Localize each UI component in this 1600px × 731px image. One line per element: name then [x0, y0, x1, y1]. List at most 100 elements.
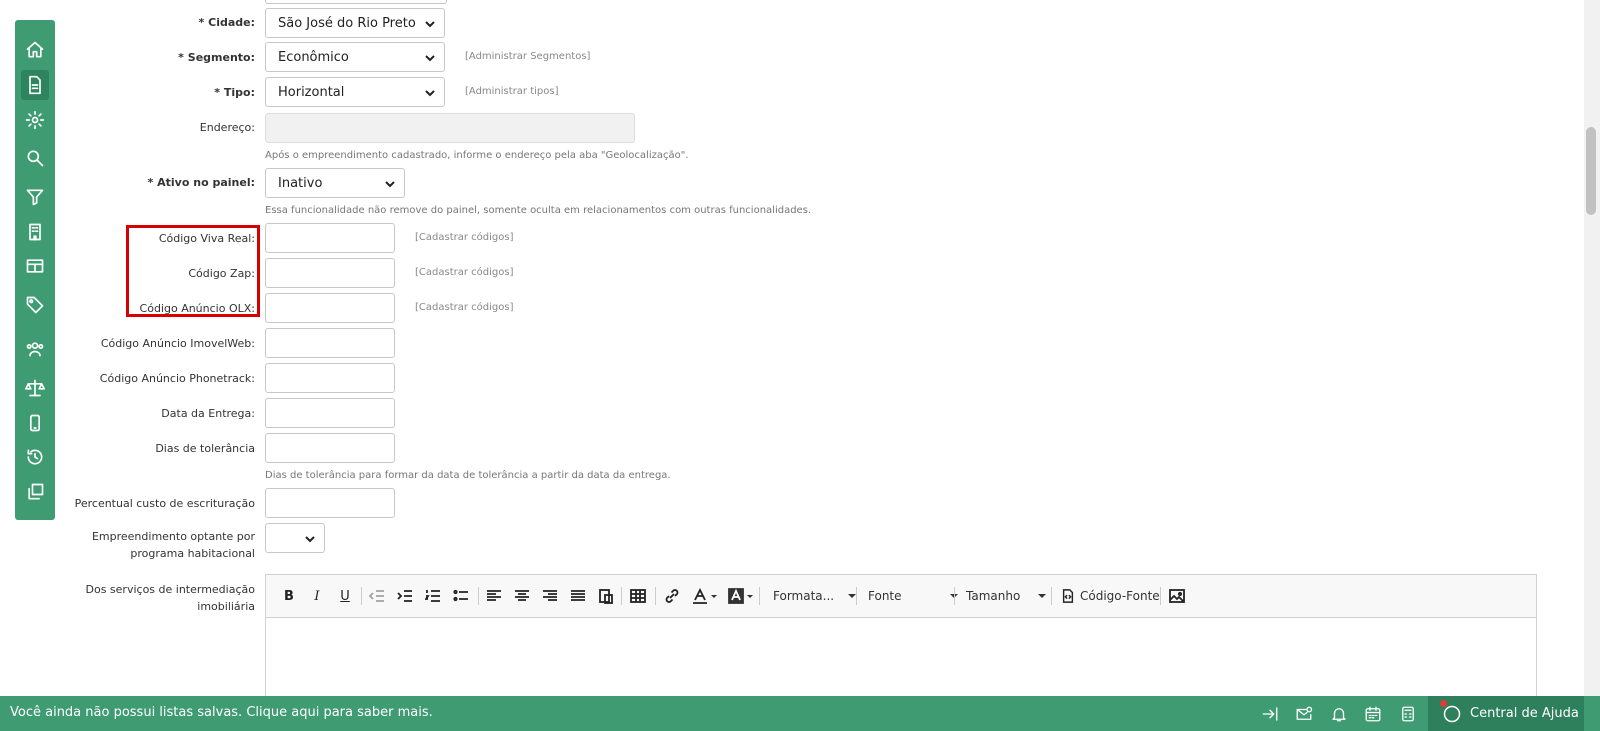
- toolbar-separator: [954, 587, 955, 605]
- align-right-button[interactable]: [540, 586, 560, 606]
- outdent-button[interactable]: [367, 586, 387, 606]
- tolerancia-hint: Dias de tolerância para formar da data d…: [265, 470, 671, 481]
- italic-button[interactable]: I: [308, 586, 326, 606]
- sidebar-item-legal[interactable]: [15, 373, 55, 403]
- history-icon: [27, 449, 43, 465]
- gear-icon: [25, 110, 45, 130]
- bullet-list-button[interactable]: [451, 586, 471, 606]
- building-icon: [29, 223, 41, 241]
- help-center-button[interactable]: Central de Ajuda: [1428, 696, 1584, 731]
- toolbar-separator: [1051, 587, 1052, 605]
- sidebar-item-users[interactable]: [15, 334, 55, 364]
- font-dropdown[interactable]: Fonte: [868, 586, 958, 606]
- mail-settings-button[interactable]: [1293, 703, 1315, 725]
- segmento-label: * Segmento:: [178, 51, 255, 64]
- habitacional-select[interactable]: [265, 523, 325, 553]
- ativo-hint: Essa funcionalidade não remove do painel…: [265, 205, 812, 216]
- toolbar-separator: [759, 587, 760, 605]
- olx-input[interactable]: [265, 293, 395, 323]
- align-left-button[interactable]: [484, 586, 504, 606]
- font-label: Fonte: [868, 589, 902, 603]
- ativo-select[interactable]: Inativo: [265, 168, 405, 198]
- sidebar-item-filter[interactable]: [15, 182, 55, 212]
- calendar-icon: [1365, 706, 1381, 722]
- mail-gear-icon: [1296, 706, 1313, 720]
- search-icon: [27, 150, 44, 167]
- toolbar-separator: [856, 587, 857, 605]
- underline-button[interactable]: U: [336, 586, 354, 606]
- sidebar-item-settings[interactable]: [15, 105, 55, 135]
- caret-down-icon: [746, 594, 753, 598]
- collapse-panel-button[interactable]: [1259, 703, 1281, 725]
- tolerancia-label: Dias de tolerância: [155, 442, 255, 455]
- endereco-input: [265, 113, 635, 143]
- users-icon: [26, 342, 44, 357]
- source-code-button[interactable]: Código-Fonte: [1061, 586, 1160, 606]
- cadastrar-codigos-zap-link[interactable]: [Cadastrar códigos]: [415, 267, 513, 278]
- align-justify-button[interactable]: [568, 586, 588, 606]
- escrituracao-input[interactable]: [265, 488, 395, 518]
- link-icon: [665, 589, 679, 603]
- viva-real-input[interactable]: [265, 223, 395, 253]
- notifications-button[interactable]: [1328, 703, 1350, 725]
- segmento-value: Econômico: [278, 49, 349, 65]
- bold-button[interactable]: B: [280, 586, 298, 606]
- table-button[interactable]: [627, 586, 649, 606]
- table-icon: [26, 259, 44, 273]
- calculator-icon: [1402, 706, 1414, 722]
- format-dropdown[interactable]: Formata...: [773, 586, 857, 606]
- cidade-value: São José do Rio Preto: [278, 15, 416, 31]
- bell-icon: [1332, 708, 1346, 722]
- align-center-button[interactable]: [512, 586, 532, 606]
- mobile-icon: [30, 414, 40, 432]
- indent-icon: [397, 590, 412, 602]
- arrow-to-right-icon: [1262, 707, 1278, 721]
- sidebar-item-table[interactable]: [15, 251, 55, 281]
- copy-icon: [28, 483, 44, 500]
- numbered-list-button[interactable]: [423, 586, 443, 606]
- zap-input[interactable]: [265, 258, 395, 288]
- numbered-list-icon: [425, 590, 440, 602]
- scrollbar-thumb[interactable]: [1586, 127, 1596, 215]
- habitacional-label: Empreendimento optante por programa habi…: [91, 530, 255, 560]
- sidebar-item-home[interactable]: [15, 35, 55, 65]
- link-button[interactable]: [661, 586, 683, 606]
- tolerancia-input[interactable]: [265, 433, 395, 463]
- background-color-button[interactable]: [725, 586, 755, 606]
- size-dropdown[interactable]: Tamanho: [966, 586, 1047, 606]
- imovelweb-input[interactable]: [265, 328, 395, 358]
- sidebar-item-history[interactable]: [15, 442, 55, 472]
- chevron-down-icon: [304, 533, 316, 545]
- administrar-segmentos-link[interactable]: [Administrar Segmentos]: [465, 51, 590, 62]
- phonetrack-input[interactable]: [265, 363, 395, 393]
- cadastrar-codigos-viva-real-link[interactable]: [Cadastrar códigos]: [415, 232, 513, 243]
- sidebar-item-building[interactable]: [15, 217, 55, 247]
- saved-lists-message[interactable]: Você ainda não possui listas salvas. Cli…: [10, 705, 433, 720]
- document-icon: [29, 75, 41, 95]
- sidebar-item-search[interactable]: [15, 143, 55, 173]
- size-label: Tamanho: [966, 589, 1021, 603]
- image-button[interactable]: [1166, 586, 1188, 606]
- olx-label: Código Anúncio OLX:: [139, 302, 255, 315]
- toolbar-separator: [1160, 587, 1161, 605]
- editor-content-area[interactable]: [266, 617, 1536, 703]
- scrollbar[interactable]: [1584, 0, 1600, 696]
- segmento-select[interactable]: Econômico: [265, 42, 445, 72]
- sidebar-item-mobile[interactable]: [15, 408, 55, 438]
- tipo-select[interactable]: Horizontal: [265, 77, 445, 107]
- calendar-button[interactable]: [1362, 703, 1384, 725]
- sidebar-item-copy[interactable]: [15, 477, 55, 507]
- ativo-value: Inativo: [278, 175, 323, 191]
- administrar-tipos-link[interactable]: [Administrar tipos]: [465, 86, 559, 97]
- text-color-button[interactable]: [689, 586, 719, 606]
- sidebar-item-tag[interactable]: [15, 290, 55, 320]
- cadastrar-codigos-olx-link[interactable]: [Cadastrar códigos]: [415, 302, 513, 313]
- indent-button[interactable]: [395, 586, 415, 606]
- paste-button[interactable]: [596, 586, 616, 606]
- sidebar-item-document[interactable]: [15, 70, 55, 100]
- entrega-input[interactable]: [265, 398, 395, 428]
- ativo-label: * Ativo no painel:: [147, 176, 255, 189]
- cidade-select[interactable]: São José do Rio Preto: [265, 8, 445, 38]
- zap-label: Código Zap:: [188, 267, 255, 280]
- calculator-button[interactable]: [1397, 703, 1419, 725]
